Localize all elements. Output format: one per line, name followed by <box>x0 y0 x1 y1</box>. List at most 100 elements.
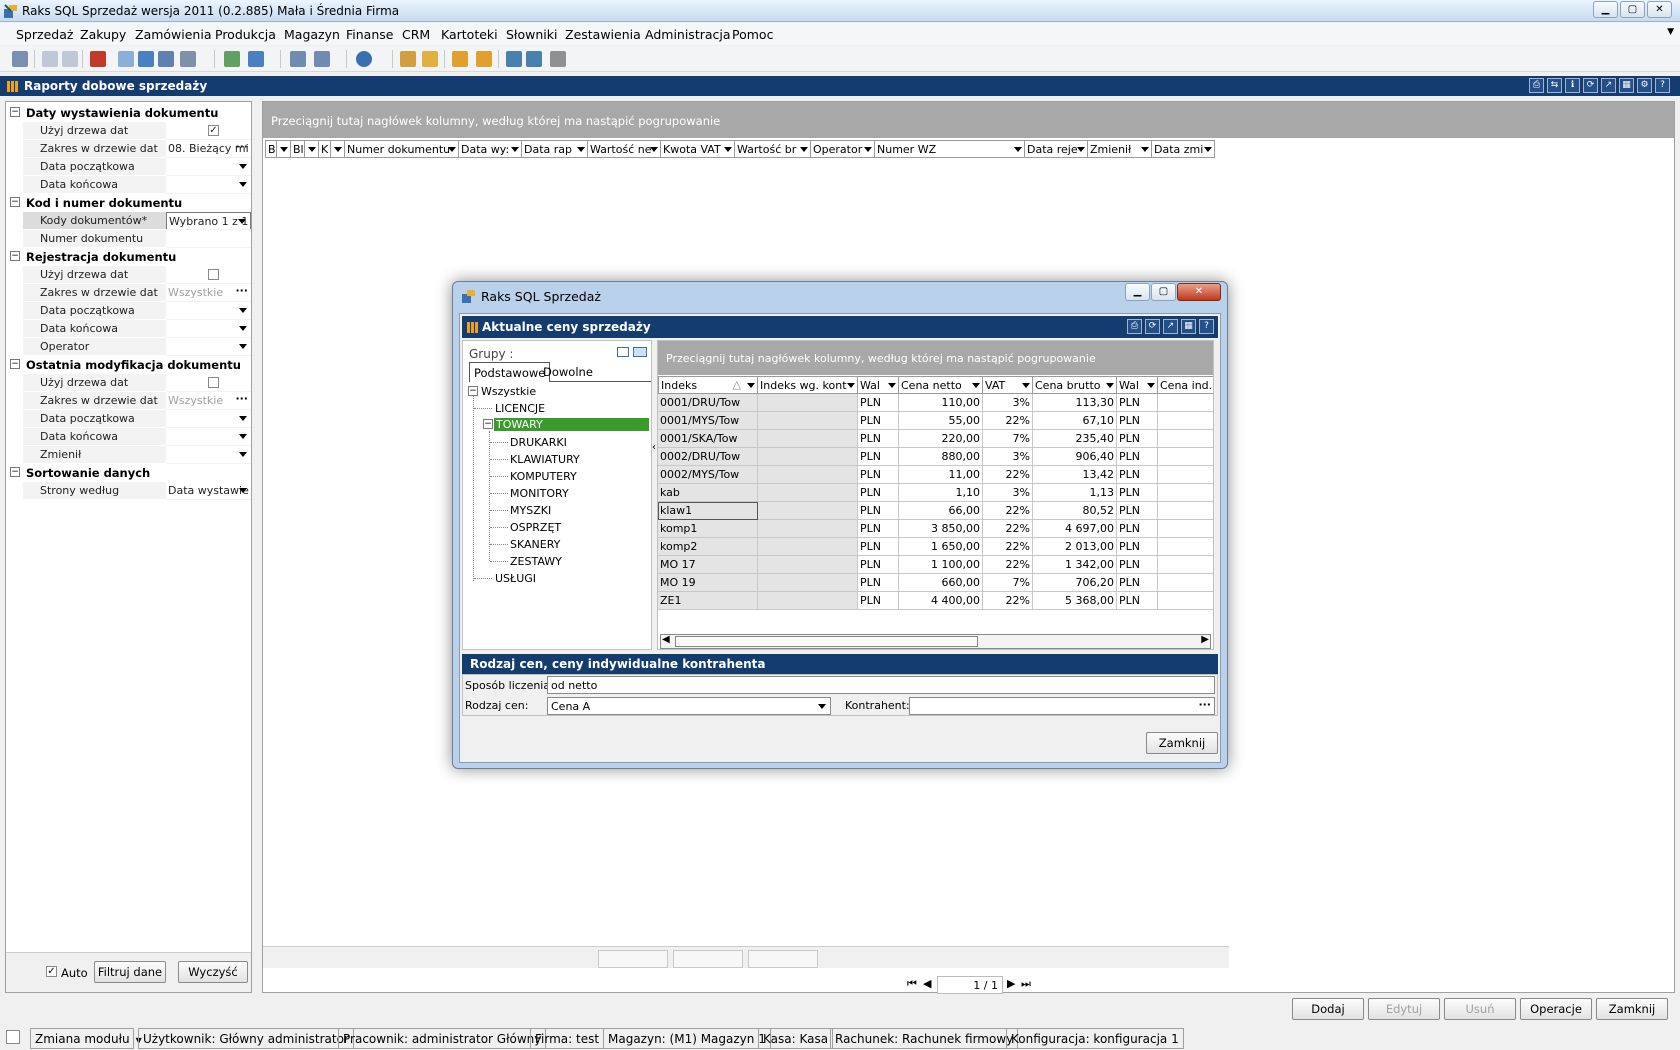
ellipsis-icon[interactable]: ··· <box>235 392 248 405</box>
tool-icon-12[interactable] <box>314 51 330 67</box>
delete-button[interactable]: Usuń <box>1444 998 1516 1020</box>
menu-chevron-icon[interactable]: ▼ <box>1667 27 1674 37</box>
column-header[interactable]: Data reje <box>1025 140 1088 158</box>
tree-collapse-icon[interactable]: − <box>468 386 478 396</box>
tree-node-monitory[interactable]: MONITORY <box>510 487 569 500</box>
help-icon[interactable]: ? <box>1655 78 1670 93</box>
filter-section-code[interactable]: − Kod i numer dokumentu <box>6 194 251 212</box>
add-button[interactable]: Dodaj <box>1292 998 1364 1020</box>
table-row[interactable]: 0001/MYS/Tow PLN 55,00 22% 67,10 PLN <box>658 412 1213 430</box>
first-page-icon[interactable]: ⏮ <box>907 977 917 991</box>
tool-icon-13[interactable] <box>356 51 372 67</box>
filter-row[interactable]: Zakres w drzewie dat Wszystkie ··· <box>6 392 251 410</box>
use-date-tree-checkbox[interactable]: ✓ <box>208 125 219 136</box>
calculation-field[interactable]: od netto <box>547 676 1215 694</box>
filter-row[interactable]: Użyj drzewa dat <box>6 266 251 284</box>
tree-node-osprzet[interactable]: OSPRZĘT <box>510 521 561 534</box>
filter-row[interactable]: Data początkowa <box>6 410 251 428</box>
tree-node-myszki[interactable]: MYSZKI <box>510 504 551 517</box>
filter-row[interactable]: Data końcowa <box>6 176 251 194</box>
filter-row[interactable]: Strony według Data wystawie <box>6 482 251 500</box>
filter-row[interactable]: Data końcowa <box>6 320 251 338</box>
tool-icon-1[interactable] <box>12 51 28 67</box>
auto-checkbox[interactable]: ✓ <box>46 966 57 977</box>
menu-zakupy[interactable]: Zakupy <box>80 27 126 42</box>
folder-icon[interactable] <box>617 347 629 357</box>
column-header-indeks[interactable]: Indeks △ <box>658 376 758 394</box>
column-filter[interactable] <box>277 140 291 158</box>
menu-crm[interactable]: CRM <box>402 27 430 42</box>
table-row[interactable]: 0002/DRU/Tow PLN 880,00 3% 906,40 PLN <box>658 448 1213 466</box>
use-date-tree-checkbox[interactable] <box>208 269 219 280</box>
tool-icon-15[interactable] <box>422 51 438 67</box>
filter-section-modification[interactable]: − Ostatnia modyfikacja dokumentu <box>6 356 251 374</box>
table-row[interactable]: kab PLN 1,10 3% 1,13 PLN <box>658 484 1213 502</box>
menu-sprzedaz[interactable]: Sprzedaż <box>16 27 73 42</box>
ellipsis-icon[interactable]: ··· <box>235 140 248 153</box>
tool-icon-8[interactable] <box>180 51 196 67</box>
dropdown-arrow-icon[interactable] <box>239 434 247 439</box>
ellipsis-icon[interactable]: ··· <box>1198 698 1211 711</box>
filter-row[interactable]: Data początkowa <box>6 302 251 320</box>
price-type-select[interactable]: Cena A <box>547 697 831 715</box>
last-page-icon[interactable]: ⏭ <box>1021 977 1031 991</box>
tree-node-root[interactable]: Wszystkie <box>481 385 536 398</box>
minimize-button[interactable]: ▁ <box>1593 1 1618 18</box>
dropdown-arrow-icon[interactable] <box>239 488 247 493</box>
column-header[interactable]: B <box>265 140 277 158</box>
filter-section-dates[interactable]: − Daty wystawienia dokumentu <box>6 104 251 122</box>
tool-icon-7[interactable] <box>158 51 174 67</box>
tree-node-zestawy[interactable]: ZESTAWY <box>510 555 562 568</box>
menu-pomoc[interactable]: Pomoc <box>732 27 773 42</box>
filter-row[interactable]: Numer dokumentu <box>6 230 251 248</box>
column-header-cena-netto[interactable]: Cena netto <box>899 376 983 394</box>
filter-data-button[interactable]: Filtruj dane <box>94 961 166 983</box>
column-header[interactable]: Kwota VAT <box>661 140 735 158</box>
menu-finanse[interactable]: Finanse <box>346 27 393 42</box>
column-header-waluta-2[interactable]: Wal <box>1117 376 1158 394</box>
prev-page-icon[interactable]: ◀ <box>923 977 931 990</box>
filter-row[interactable]: Zakres w drzewie dat Wszystkie ··· <box>6 284 251 302</box>
dropdown-arrow-icon[interactable] <box>238 219 246 224</box>
filter-section-sorting[interactable]: − Sortowanie danych <box>6 464 251 482</box>
tool-icon-5[interactable] <box>118 51 134 67</box>
filter-row[interactable]: Użyj drzewa dat ✓ <box>6 122 251 140</box>
menu-administracja[interactable]: Administracja <box>645 27 731 42</box>
column-header[interactable]: Data zmi <box>1152 140 1215 158</box>
table-row[interactable]: MO 19 PLN 660,00 7% 706,20 PLN <box>658 574 1213 592</box>
print-icon[interactable]: ⎙ <box>1127 319 1142 334</box>
column-filter[interactable] <box>305 140 319 158</box>
column-header[interactable]: Operator <box>811 140 875 158</box>
column-header-vat[interactable]: VAT <box>983 376 1033 394</box>
filter-row[interactable]: Kody dokumentów* Wybrano 1 z 1 <box>6 212 251 230</box>
tool-icon-9[interactable] <box>224 51 240 67</box>
tree-collapse-icon[interactable]: − <box>483 419 493 429</box>
panel-splitter[interactable] <box>252 101 260 993</box>
settings-icon[interactable]: ⚙ <box>1637 78 1652 93</box>
dropdown-arrow-icon[interactable] <box>239 182 247 187</box>
close-document-button[interactable]: Zamknij <box>1596 998 1668 1020</box>
menu-produkcja[interactable]: Produkcja <box>215 27 276 42</box>
close-button[interactable]: ✕ <box>1647 1 1672 18</box>
filter-row[interactable]: Data początkowa <box>6 158 251 176</box>
grid-menu-icon[interactable] <box>7 81 18 92</box>
tool-icon-17[interactable] <box>476 51 492 67</box>
column-header[interactable]: Numer WZ <box>875 140 1025 158</box>
layout-icon[interactable]: ▦ <box>1619 78 1634 93</box>
menu-slowniki[interactable]: Słowniki <box>506 27 557 42</box>
table-row[interactable]: 0002/MYS/Tow PLN 11,00 22% 13,42 PLN <box>658 466 1213 484</box>
menu-zamowienia[interactable]: Zamówienia <box>135 27 212 42</box>
dropdown-arrow-icon[interactable] <box>239 344 247 349</box>
info-icon[interactable]: ℹ <box>1565 78 1580 93</box>
column-header[interactable]: K <box>319 140 331 158</box>
dialog-close-action-button[interactable]: Zamknij <box>1146 732 1218 754</box>
tree-node-komputery[interactable]: KOMPUTERY <box>510 470 577 483</box>
table-row[interactable]: 0001/DRU/Tow PLN 110,00 3% 113,30 PLN <box>658 394 1213 412</box>
help-icon[interactable]: ? <box>1199 319 1214 334</box>
tree-node-towary[interactable]: TOWARY <box>494 418 649 431</box>
dropdown-arrow-icon[interactable] <box>239 308 247 313</box>
table-row[interactable]: 0001/SKA/Tow PLN 220,00 7% 235,40 PLN <box>658 430 1213 448</box>
change-module-button[interactable]: Zmiana modułu ▼ <box>30 1028 142 1049</box>
filter-row[interactable]: Data końcowa <box>6 428 251 446</box>
tool-icon-11[interactable] <box>290 51 306 67</box>
